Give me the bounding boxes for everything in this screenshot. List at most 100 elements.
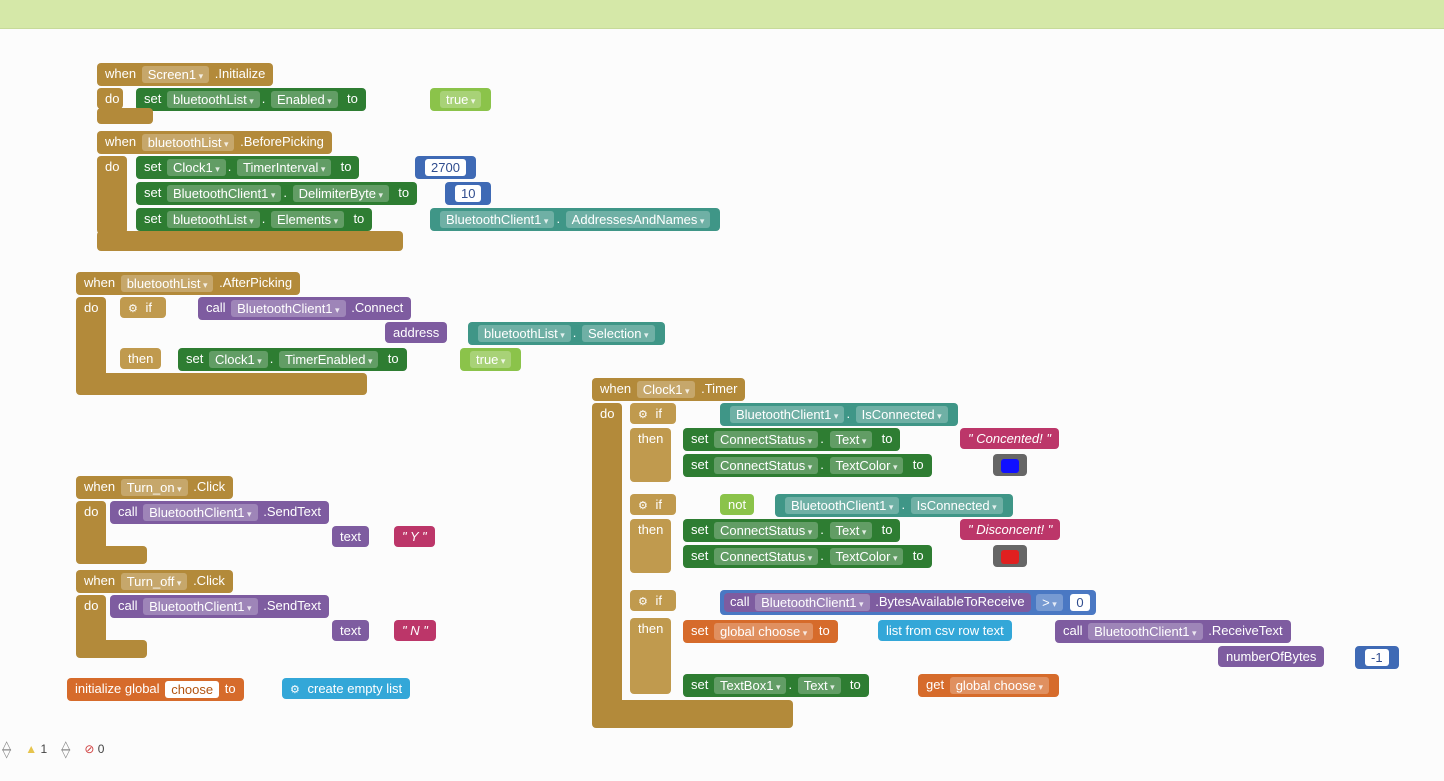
dd-bluetoothlist[interactable]: bluetoothList — [167, 211, 260, 228]
if-bytes-available[interactable]: if — [630, 590, 676, 611]
bc-addressesandnames[interactable]: BluetoothClient1. AddressesAndNames — [430, 208, 720, 231]
dd-bluetoothclient1[interactable]: BluetoothClient1 — [785, 497, 899, 514]
color-blue[interactable] — [993, 454, 1027, 476]
dd-clock1[interactable]: Clock1 — [167, 159, 226, 176]
dd-bluetoothclient1[interactable]: BluetoothClient1 — [755, 594, 869, 611]
set-clock1-timerinterval[interactable]: set Clock1. TimerInterval to — [136, 156, 359, 179]
dd-timerenabled[interactable]: TimerEnabled — [279, 351, 378, 368]
dd-isconnected[interactable]: IsConnected — [856, 406, 948, 423]
dd-bluetoothclient1[interactable]: BluetoothClient1 — [440, 211, 554, 228]
dd-connectstatus[interactable]: ConnectStatus — [714, 431, 818, 448]
call-bc-connect[interactable]: call BluetoothClient1 .Connect — [198, 297, 411, 320]
set-global-choose[interactable]: set global choose to — [683, 620, 838, 643]
dd-bluetoothlist[interactable]: bluetoothList — [142, 134, 235, 151]
bc-isconnected[interactable]: BluetoothClient1. IsConnected — [720, 403, 958, 426]
set-bc-delimiterbyte[interactable]: set BluetoothClient1. DelimiterByte to — [136, 182, 417, 205]
number-10[interactable]: 10 — [445, 182, 491, 205]
dd-bluetoothclient1[interactable]: BluetoothClient1 — [730, 406, 844, 423]
do-label: do — [97, 156, 127, 234]
dd-connectstatus[interactable]: ConnectStatus — [714, 457, 818, 474]
dd-global-choose[interactable]: global choose — [950, 677, 1049, 694]
dd-bluetoothclient1[interactable]: BluetoothClient1 — [231, 300, 345, 317]
call-bc-sendtext-y[interactable]: call BluetoothClient1 .SendText — [110, 501, 329, 524]
dd-turn-on[interactable]: Turn_on — [121, 479, 188, 496]
dd-bluetoothlist[interactable]: bluetoothList — [478, 325, 571, 342]
then-label: then — [120, 348, 161, 369]
text-concented[interactable]: " Concented! " — [960, 428, 1059, 449]
dd-bluetoothclient1[interactable]: BluetoothClient1 — [143, 598, 257, 615]
dd-screen1[interactable]: Screen1 — [142, 66, 209, 83]
if-connected[interactable]: if — [630, 403, 676, 424]
dd-textcolor[interactable]: TextColor — [830, 548, 904, 565]
true-value[interactable]: true — [460, 348, 521, 371]
dd-clock1[interactable]: Clock1 — [637, 381, 696, 398]
dd-text[interactable]: Text — [830, 522, 873, 539]
event-btlist-afterpicking[interactable]: when bluetoothList .AfterPicking — [76, 272, 300, 295]
dd-timerinterval[interactable]: TimerInterval — [237, 159, 331, 176]
dd-bluetoothclient1[interactable]: BluetoothClient1 — [167, 185, 281, 202]
dd-text[interactable]: Text — [798, 677, 841, 694]
when-label: when — [105, 66, 136, 81]
color-red[interactable] — [993, 545, 1027, 567]
set-connectstatus-text[interactable]: set ConnectStatus. Text to — [683, 428, 900, 451]
dd-delimiterbyte[interactable]: DelimiterByte — [293, 185, 389, 202]
event-turn-off-click[interactable]: when Turn_off .Click — [76, 570, 233, 593]
dd-textbox1[interactable]: TextBox1 — [714, 677, 787, 694]
not-block[interactable]: not — [720, 494, 754, 515]
event-clock1-timer[interactable]: when Clock1 .Timer — [592, 378, 745, 401]
dd-elements[interactable]: Elements — [271, 211, 344, 228]
call-bc-sendtext-n[interactable]: call BluetoothClient1 .SendText — [110, 595, 329, 618]
set-textbox1-text[interactable]: set TextBox1. Text to — [683, 674, 869, 697]
text-Y[interactable]: " Y " — [394, 526, 435, 547]
set-connectstatus-textcolor[interactable]: set ConnectStatus. TextColor to — [683, 454, 932, 477]
warning-icon: ▲ — [25, 742, 37, 756]
number-2700[interactable]: 2700 — [415, 156, 476, 179]
dd-bluetoothclient1[interactable]: BluetoothClient1 — [1088, 623, 1202, 640]
dd-selection[interactable]: Selection — [582, 325, 655, 342]
bc-isconnected-2[interactable]: BluetoothClient1. IsConnected — [775, 494, 1013, 517]
then-label: then — [630, 618, 671, 694]
number-neg1[interactable]: -1 — [1355, 646, 1399, 669]
dd-text[interactable]: Text — [830, 431, 873, 448]
text-N[interactable]: " N " — [394, 620, 436, 641]
dd-connectstatus[interactable]: ConnectStatus — [714, 548, 818, 565]
btlist-selection[interactable]: bluetoothList. Selection — [468, 322, 665, 345]
dd-clock1[interactable]: Clock1 — [209, 351, 268, 368]
dd-turn-off[interactable]: Turn_off — [121, 573, 188, 590]
get-global-choose[interactable]: get global choose — [918, 674, 1059, 697]
if-not-connected[interactable]: if — [630, 494, 676, 515]
list-from-csv-row[interactable]: list from csv row text — [878, 620, 1012, 641]
compare-gt[interactable]: call BluetoothClient1 .BytesAvailableToR… — [720, 590, 1096, 615]
dd-addressesandnames[interactable]: AddressesAndNames — [566, 211, 711, 228]
error-icon: ⊘ — [84, 742, 94, 756]
set-clock1-timerenabled[interactable]: set Clock1. TimerEnabled to — [178, 348, 407, 371]
true-value[interactable]: true — [430, 88, 491, 111]
event-screen1-initialize[interactable]: when Screen1 .Initialize — [97, 63, 273, 86]
set-connectstatus-text-2[interactable]: set ConnectStatus. Text to — [683, 519, 900, 542]
create-empty-list[interactable]: create empty list — [282, 678, 410, 699]
initialize-label: .Initialize — [215, 66, 266, 81]
event-btlist-beforepicking[interactable]: when bluetoothList .BeforePicking — [97, 131, 332, 154]
do-label: do — [592, 403, 622, 709]
set-connectstatus-textcolor-2[interactable]: set ConnectStatus. TextColor to — [683, 545, 932, 568]
call-bc-receivetext[interactable]: call BluetoothClient1 .ReceiveText — [1055, 620, 1291, 643]
event-turn-on-click[interactable]: when Turn_on .Click — [76, 476, 233, 499]
dd-gt[interactable]: > — [1036, 594, 1063, 611]
set-btlist-enabled[interactable]: set bluetoothList. Enabled to — [136, 88, 366, 111]
set-btlist-elements[interactable]: set bluetoothList. Elements to — [136, 208, 372, 231]
dd-bluetoothlist[interactable]: bluetoothList — [167, 91, 260, 108]
sendtext-text-label: text — [332, 620, 369, 641]
dd-enabled[interactable]: Enabled — [271, 91, 338, 108]
dd-bluetoothclient1[interactable]: BluetoothClient1 — [143, 504, 257, 521]
init-global-choose[interactable]: initialize global choose to — [67, 678, 244, 701]
event-body-fill — [76, 546, 147, 564]
nav-arrows-2[interactable]: △▽ — [61, 741, 70, 757]
dd-bluetoothlist[interactable]: bluetoothList — [121, 275, 214, 292]
dd-connectstatus[interactable]: ConnectStatus — [714, 522, 818, 539]
dd-isconnected[interactable]: IsConnected — [911, 497, 1003, 514]
nav-arrows-1[interactable]: △▽ — [2, 741, 11, 757]
dd-global-choose[interactable]: global choose — [714, 623, 813, 640]
if-block[interactable]: if — [120, 297, 166, 318]
dd-textcolor[interactable]: TextColor — [830, 457, 904, 474]
text-disconcent[interactable]: " Disconcent! " — [960, 519, 1060, 540]
